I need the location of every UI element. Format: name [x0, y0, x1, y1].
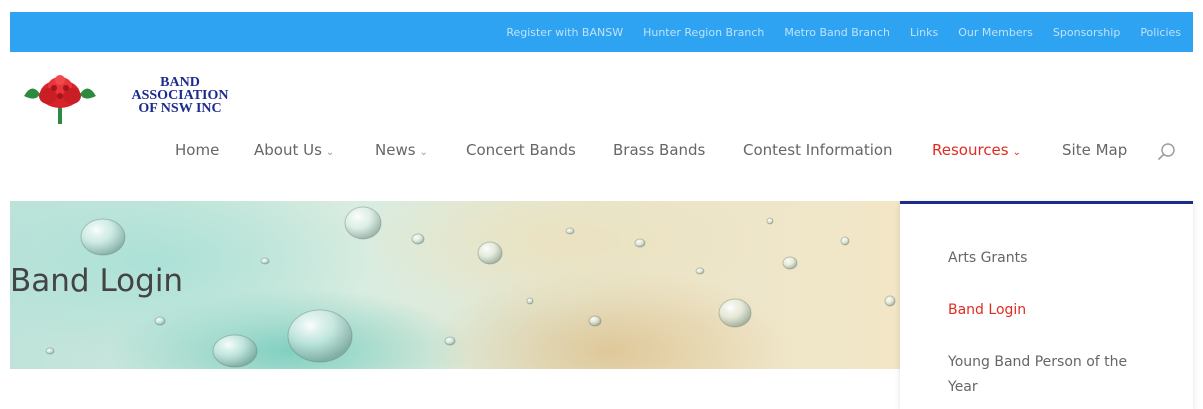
nav-item-concert-bands[interactable]: Concert Bands	[466, 141, 576, 159]
nav-item-label: Brass Bands	[613, 141, 706, 159]
topbar-link-sponsorship[interactable]: Sponsorship	[1053, 26, 1120, 39]
topbar-link-hunter-region[interactable]: Hunter Region Branch	[643, 26, 764, 39]
nav-item-site-map[interactable]: Site Map	[1062, 141, 1127, 159]
page-title: Band Login	[10, 263, 184, 299]
nav-item-label: Site Map	[1062, 141, 1128, 159]
resources-dropdown-menu: Arts Grants Band Login Young Band Person…	[900, 201, 1193, 409]
topbar-link-register[interactable]: Register with BANSW	[506, 26, 623, 39]
logo-wordmark: BAND ASSOCIATION OF NSW INC	[106, 76, 254, 116]
site-logo[interactable]: BAND ASSOCIATION OF NSW INC	[18, 70, 248, 130]
logo-line-3: OF NSW INC	[138, 101, 222, 116]
main-navigation: Home About Us ⌄ News ⌄ Concert Bands Brass…	[0, 141, 1203, 165]
nav-item-resources[interactable]: Resources ⌄	[932, 141, 1021, 159]
nav-item-contest-information[interactable]: Contest Information	[743, 141, 893, 159]
topbar-link-links[interactable]: Links	[910, 26, 938, 39]
top-bar: Register with BANSW Hunter Region Branch…	[10, 12, 1193, 52]
nav-item-label: Contest Information	[743, 141, 893, 159]
nav-item-label: About Us	[254, 141, 322, 159]
chevron-down-icon: ⌄	[325, 147, 335, 158]
nav-item-home[interactable]: Home	[175, 141, 219, 159]
dropdown-item-band-login[interactable]: Band Login	[948, 298, 1026, 323]
chevron-down-icon: ⌄	[419, 147, 428, 158]
nav-item-news[interactable]: News ⌄	[375, 141, 428, 159]
topbar-link-our-members[interactable]: Our Members	[958, 26, 1033, 39]
nav-item-label: Concert Bands	[466, 141, 576, 159]
waratah-flower-icon	[24, 75, 96, 124]
chevron-down-icon: ⌄	[1012, 147, 1021, 158]
nav-item-label: Resources	[932, 141, 1009, 159]
topbar-link-policies[interactable]: Policies	[1140, 26, 1181, 39]
nav-item-label: Home	[175, 141, 220, 159]
nav-item-about-us[interactable]: About Us ⌄	[254, 141, 334, 159]
dropdown-item-young-band-person[interactable]: Young Band Person of the Year	[948, 350, 1128, 400]
search-icon[interactable]	[1157, 142, 1177, 162]
nav-item-label: News	[375, 141, 416, 159]
nav-item-brass-bands[interactable]: Brass Bands	[613, 141, 705, 159]
topbar-link-metro-band[interactable]: Metro Band Branch	[784, 26, 890, 39]
dropdown-item-arts-grants[interactable]: Arts Grants	[948, 246, 1027, 271]
